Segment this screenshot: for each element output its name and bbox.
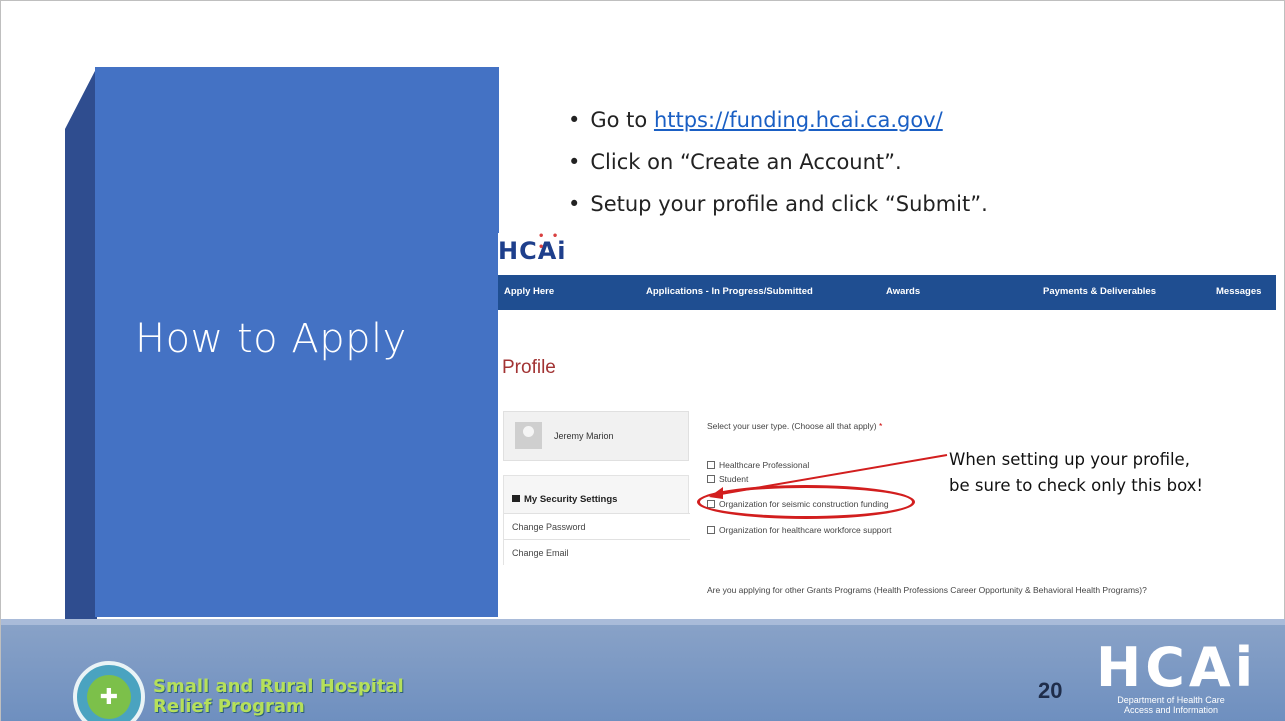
program-name-line-1: Small and Rural Hospital — [153, 676, 404, 697]
bullet-item-1: Go to https://funding.hcai.ca.gov/ — [568, 99, 1168, 141]
bullet-item-2: Click on “Create an Account”. — [568, 141, 1168, 183]
program-name: Small and Rural Hospital Relief Program — [153, 677, 404, 717]
program-name-line-2: Relief Program — [153, 696, 305, 717]
page-number: 20 — [1038, 678, 1063, 703]
change-email-link[interactable]: Change Email — [504, 539, 690, 565]
option-workforce-support[interactable]: Organization for healthcare workforce su… — [707, 525, 891, 535]
footer-strip — [1, 619, 1285, 625]
instruction-list: Go to https://funding.hcai.ca.gov/ Click… — [568, 99, 1168, 225]
option-label: Organization for healthcare workforce su… — [719, 525, 892, 535]
bullet-text: Go to — [590, 108, 654, 132]
avatar — [515, 422, 542, 449]
hcai-logo-text: HCAi — [1096, 636, 1258, 699]
change-email-label: Change Email — [512, 548, 569, 558]
nav-applications[interactable]: Applications - In Progress/Submitted — [646, 286, 813, 297]
program-logo: ✚ Small and Rural Hospital Relief Progra… — [73, 661, 404, 721]
security-settings-title: My Security Settings — [512, 494, 617, 505]
website-screenshot: • • • HCAi Apply Here Applications - In P… — [498, 231, 1276, 619]
hospital-icon: ✚ — [87, 675, 131, 719]
slide: How to Apply Go to https://funding.hcai.… — [0, 0, 1285, 721]
lock-icon — [512, 495, 520, 502]
required-mark: * — [879, 421, 883, 431]
hcai-footer-logo: HCAi Department of Health Care Access an… — [1096, 636, 1271, 716]
change-password-label: Change Password — [512, 522, 586, 532]
other-grants-question: Are you applying for other Grants Progra… — [707, 585, 1147, 595]
annotation-arrow-icon — [709, 454, 948, 499]
logo-dots-icon: • • • — [538, 231, 561, 253]
bullet-item-3: Setup your profile and click “Submit”. — [568, 183, 1168, 225]
nav-messages[interactable]: Messages — [1216, 286, 1261, 297]
dept-line-1: Department of Health Care — [1117, 695, 1225, 705]
nav-payments[interactable]: Payments & Deliverables — [1043, 286, 1156, 297]
profile-heading: Profile — [502, 357, 556, 378]
site-nav-bar: Apply Here Applications - In Progress/Su… — [498, 275, 1276, 310]
change-password-link[interactable]: Change Password — [504, 513, 690, 539]
dept-line-2: Access and Information — [1123, 705, 1219, 715]
program-emblem-icon: ✚ — [73, 661, 145, 721]
nav-awards[interactable]: Awards — [886, 286, 920, 297]
decorative-fold — [65, 67, 97, 687]
question-text: Select your user type. (Choose all that … — [707, 421, 877, 431]
hcai-department: Department of Health Care Access and Inf… — [1096, 695, 1246, 715]
user-name: Jeremy Marion — [554, 431, 614, 441]
annotation-callout: When setting up your profile, be sure to… — [949, 447, 1203, 499]
security-title-text: My Security Settings — [524, 494, 618, 505]
security-settings-panel: My Security Settings Change Password Cha… — [503, 475, 690, 565]
annotation-line-2: be sure to check only this box! — [949, 476, 1204, 495]
funding-url-link[interactable]: https://funding.hcai.ca.gov/ — [654, 108, 943, 132]
annotation-line-1: When setting up your profile, — [949, 450, 1190, 469]
user-type-question: Select your user type. (Choose all that … — [707, 421, 882, 431]
checkbox[interactable] — [707, 526, 715, 534]
nav-apply-here[interactable]: Apply Here — [504, 286, 554, 297]
hcai-site-logo[interactable]: • • • HCAi — [498, 231, 567, 265]
slide-title: How to Apply — [135, 316, 407, 362]
user-card: Jeremy Marion — [503, 411, 689, 461]
